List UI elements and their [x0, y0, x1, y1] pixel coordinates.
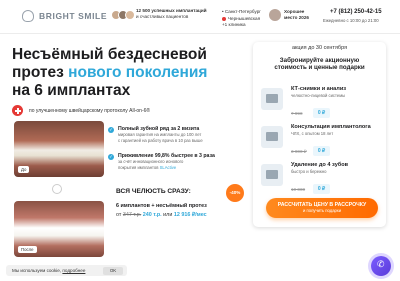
after-photo[interactable]: После [14, 201, 104, 257]
gift-item: Удаление до 4 зубов быстро и бережно 10 … [261, 162, 379, 202]
gift-item: Консультация имплантолога ЧЛХ, с опытом … [261, 124, 379, 164]
package-label: 6 имплантов + несъёмный протез [116, 203, 207, 209]
discount-badge: -40% [226, 184, 244, 202]
before-photo[interactable]: До [14, 121, 104, 177]
compare-slider-handle[interactable] [52, 184, 62, 194]
feature-bullet: ✓ Приживление 99,8% быстрее в 3 раза за … [108, 153, 215, 171]
feature-bullet: ✓ Полный зубной ряд за 2 визита мировая … [108, 126, 203, 144]
price-line: от 347 т.р. 240 т.р. или 12 916 ₽/мес [116, 212, 207, 218]
before-tag: До [18, 166, 30, 173]
stats-line2: и счастливых пациентов [136, 14, 189, 19]
ct-scan-icon [261, 88, 283, 110]
total-label: ВСЯ ЧЕЛЮСТЬ СРАЗУ: [116, 188, 191, 195]
chat-widget-icon[interactable] [371, 256, 391, 276]
metro-icon [222, 17, 226, 21]
tooth-logo-icon [22, 10, 34, 22]
promo-deadline: акция до 30 сентября [291, 45, 348, 51]
new-price: 240 т.р. [142, 212, 162, 218]
swiss-protocol-text: по улучшенному швейцарскому протоколу Al… [29, 107, 151, 114]
slactive-link[interactable]: SLActive [160, 165, 177, 170]
promo-title: Забронируйте акционную стоимость и ценны… [274, 57, 365, 72]
monthly-price: 12 916 ₽/мес [173, 212, 207, 218]
cookie-ok-button[interactable]: OK [103, 267, 123, 275]
swiss-protocol: по улучшенному швейцарскому протоколу Al… [12, 105, 150, 116]
logo[interactable]: BRIGHT SMILE [22, 10, 107, 22]
check-icon: ✓ [108, 127, 114, 133]
logo-text: BRIGHT SMILE [39, 11, 108, 21]
working-hours: Ежедневно с 10:00 до 21:00 [323, 18, 379, 23]
check-icon: ✓ [108, 154, 114, 160]
site-header: BRIGHT SMILE 12 500 успешных имплантаций… [0, 0, 400, 34]
after-tag: После [18, 246, 37, 253]
gift-item: КТ-снимки и анализ челюстно-лицевой сист… [261, 86, 379, 126]
cookie-more-link[interactable]: подробнее [62, 268, 85, 273]
patient-avatars [111, 10, 135, 20]
tooth-removal-icon [261, 164, 283, 186]
cookie-text: Мы используем cookie, подробнее [12, 268, 86, 273]
old-price: 347 т.р. [122, 212, 142, 218]
clinic-photo [269, 9, 281, 21]
city-label: • Санкт-Петербург [222, 9, 261, 14]
swiss-flag-icon [12, 105, 23, 116]
phone-link[interactable]: +7 (812) 250-42-15 [330, 9, 382, 15]
page-title: Несъёмный бездесневой протез нового поко… [12, 46, 208, 99]
award-note: Хорошее место 2026 [284, 9, 309, 20]
calculate-installment-button[interactable]: РАССЧИТАТЬ ЦЕНУ В РАССРОЧКУ и получить п… [266, 198, 378, 218]
stats-line1: 12 500 успешных имплантаций [136, 8, 207, 13]
clinic-count: +1 клиника [222, 22, 246, 27]
success-stats: 12 500 успешных имплантаций и счастливых… [136, 8, 207, 20]
consultation-icon [261, 126, 283, 148]
